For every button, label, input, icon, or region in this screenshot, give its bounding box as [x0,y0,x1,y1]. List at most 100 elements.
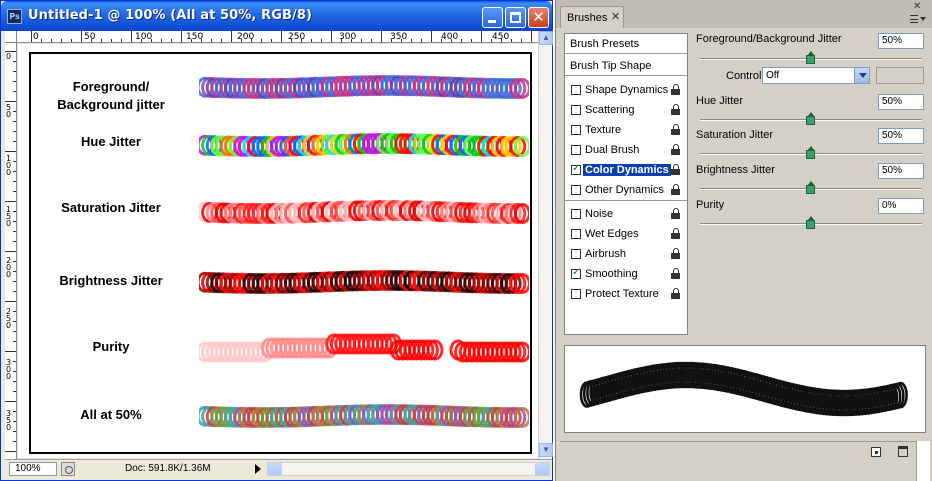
checkbox[interactable] [571,289,581,299]
purity-slider-thumb[interactable] [806,216,815,229]
checkbox[interactable] [571,125,581,135]
panel-menu-button[interactable] [910,15,930,25]
ruler-label: 450 [492,32,510,42]
checkbox[interactable] [571,249,581,259]
checkbox[interactable] [571,267,581,279]
vertical-scrollbar[interactable]: ▲ ▼ [538,31,553,459]
ruler-tick [521,39,522,42]
lock-icon[interactable] [671,248,681,260]
purity-slider[interactable] [700,216,922,229]
document-title-bar[interactable]: Ps Untitled-1 @ 100% (All at 50%, RGB/8)… [1,1,552,31]
ruler-tick [481,31,482,42]
ruler-tick [5,351,16,352]
list-item-a2[interactable]: Texture [565,120,687,140]
ruler-tick [221,39,222,42]
control-select-value: Off [766,70,780,81]
list-separator [565,200,687,201]
ruler-tick [171,39,172,42]
list-item-a3[interactable]: Dual Brush [565,140,687,160]
ruler-tick [13,141,16,142]
hue-jitter-slider[interactable] [700,112,922,125]
brightness-jitter-label: Brightness Jitter [696,164,775,176]
canvas-area[interactable]: Foreground/Background jitter Hue Jitter … [18,44,538,458]
ruler-tick [13,181,16,182]
status-menu-arrow-icon[interactable] [255,464,261,474]
list-item-b4[interactable]: Protect Texture [565,284,687,304]
row-label-fg-bg: Foreground/Background jitter [31,78,191,114]
tab-close-icon[interactable]: ✕ [611,10,620,23]
fg-bg-jitter-label: Foreground/Background Jitter [696,33,842,45]
lock-icon[interactable] [671,164,681,176]
saturation-jitter-slider[interactable] [700,146,922,159]
ruler-label: 300 [339,32,357,42]
lock-icon[interactable] [671,228,681,240]
zoom-level-field[interactable]: 100% [9,462,57,476]
checkbox[interactable] [571,145,581,155]
panel-scrollbar[interactable] [916,441,930,481]
lock-icon[interactable] [671,104,681,116]
canvas[interactable]: Foreground/Background jitter Hue Jitter … [29,52,532,454]
panel-tab-bar: Brushes ✕ ✕ [556,0,932,28]
horizontal-scrollbar[interactable] [267,462,550,476]
brightness-jitter-slider-thumb[interactable] [806,181,815,194]
lock-icon[interactable] [671,84,681,96]
scroll-down-arrow-icon[interactable]: ▼ [539,443,553,457]
saturation-jitter-input[interactable]: 50% [878,128,924,144]
chevron-down-icon[interactable] [854,68,869,83]
ruler-tick [111,39,112,42]
list-item-b0[interactable]: Noise [565,204,687,224]
checkbox[interactable] [571,105,581,115]
scroll-left-arrow-icon[interactable] [268,463,282,475]
status-bar-icon[interactable] [61,462,75,476]
color-dynamics-settings: Foreground/Background Jitter 50% Control… [692,29,926,339]
list-item-a4[interactable]: Color Dynamics [565,160,687,180]
new-brush-icon[interactable] [871,447,881,457]
fg-bg-jitter-slider[interactable] [700,51,922,64]
brush-presets-item[interactable]: Brush Presets [565,34,687,54]
tab-brushes[interactable]: Brushes ✕ [560,6,624,28]
vertical-ruler[interactable]: 0501001502002503003504 [5,43,17,459]
ruler-tick [311,39,312,42]
control-select[interactable]: Off [762,67,870,84]
list-item-b2[interactable]: Airbrush [565,244,687,264]
ruler-origin[interactable] [5,31,17,43]
maximize-icon [510,12,521,23]
lock-icon[interactable] [671,208,681,220]
fg-bg-jitter-slider-thumb[interactable] [806,51,815,64]
scroll-right-arrow-icon[interactable] [535,463,549,475]
scroll-up-arrow-icon[interactable]: ▲ [539,31,553,45]
brightness-jitter-input[interactable]: 50% [878,163,924,179]
trash-icon[interactable] [898,446,908,457]
hue-jitter-input[interactable]: 50% [878,94,924,110]
brightness-jitter-slider[interactable] [700,181,922,194]
list-item-a0[interactable]: Shape Dynamics [565,80,687,100]
horizontal-ruler[interactable]: 0 50 100 150 200 250 300 350 400 450 [17,31,538,43]
purity-input[interactable]: 0% [878,198,924,214]
close-button[interactable]: ✕ [528,7,549,28]
ruler-tick [361,39,362,42]
checkbox[interactable] [571,163,581,175]
fg-bg-jitter-input[interactable]: 50% [878,33,924,49]
brush-tip-shape-item[interactable]: Brush Tip Shape [565,56,687,76]
list-item-b1[interactable]: Wet Edges [565,224,687,244]
saturation-jitter-label: Saturation Jitter [696,129,774,141]
lock-icon[interactable] [671,184,681,196]
brushes-panel: Brushes ✕ ✕ Brush Presets Brush Tip Shap… [555,0,932,481]
checkbox[interactable] [571,85,581,95]
lock-icon[interactable] [671,144,681,156]
hue-jitter-slider-thumb[interactable] [806,112,815,125]
list-item-a1[interactable]: Scattering [565,100,687,120]
ruler-tick [411,39,412,42]
saturation-jitter-slider-thumb[interactable] [806,146,815,159]
checkbox[interactable] [571,185,581,195]
maximize-button[interactable] [505,7,526,28]
checkbox[interactable] [571,229,581,239]
checkbox[interactable] [571,209,581,219]
lock-icon[interactable] [671,268,681,280]
lock-icon[interactable] [671,288,681,300]
minimize-button[interactable] [482,7,503,28]
panel-close-icon[interactable]: ✕ [913,1,921,12]
list-item-b3[interactable]: Smoothing [565,264,687,284]
list-item-a5[interactable]: Other Dynamics [565,180,687,200]
lock-icon[interactable] [671,124,681,136]
